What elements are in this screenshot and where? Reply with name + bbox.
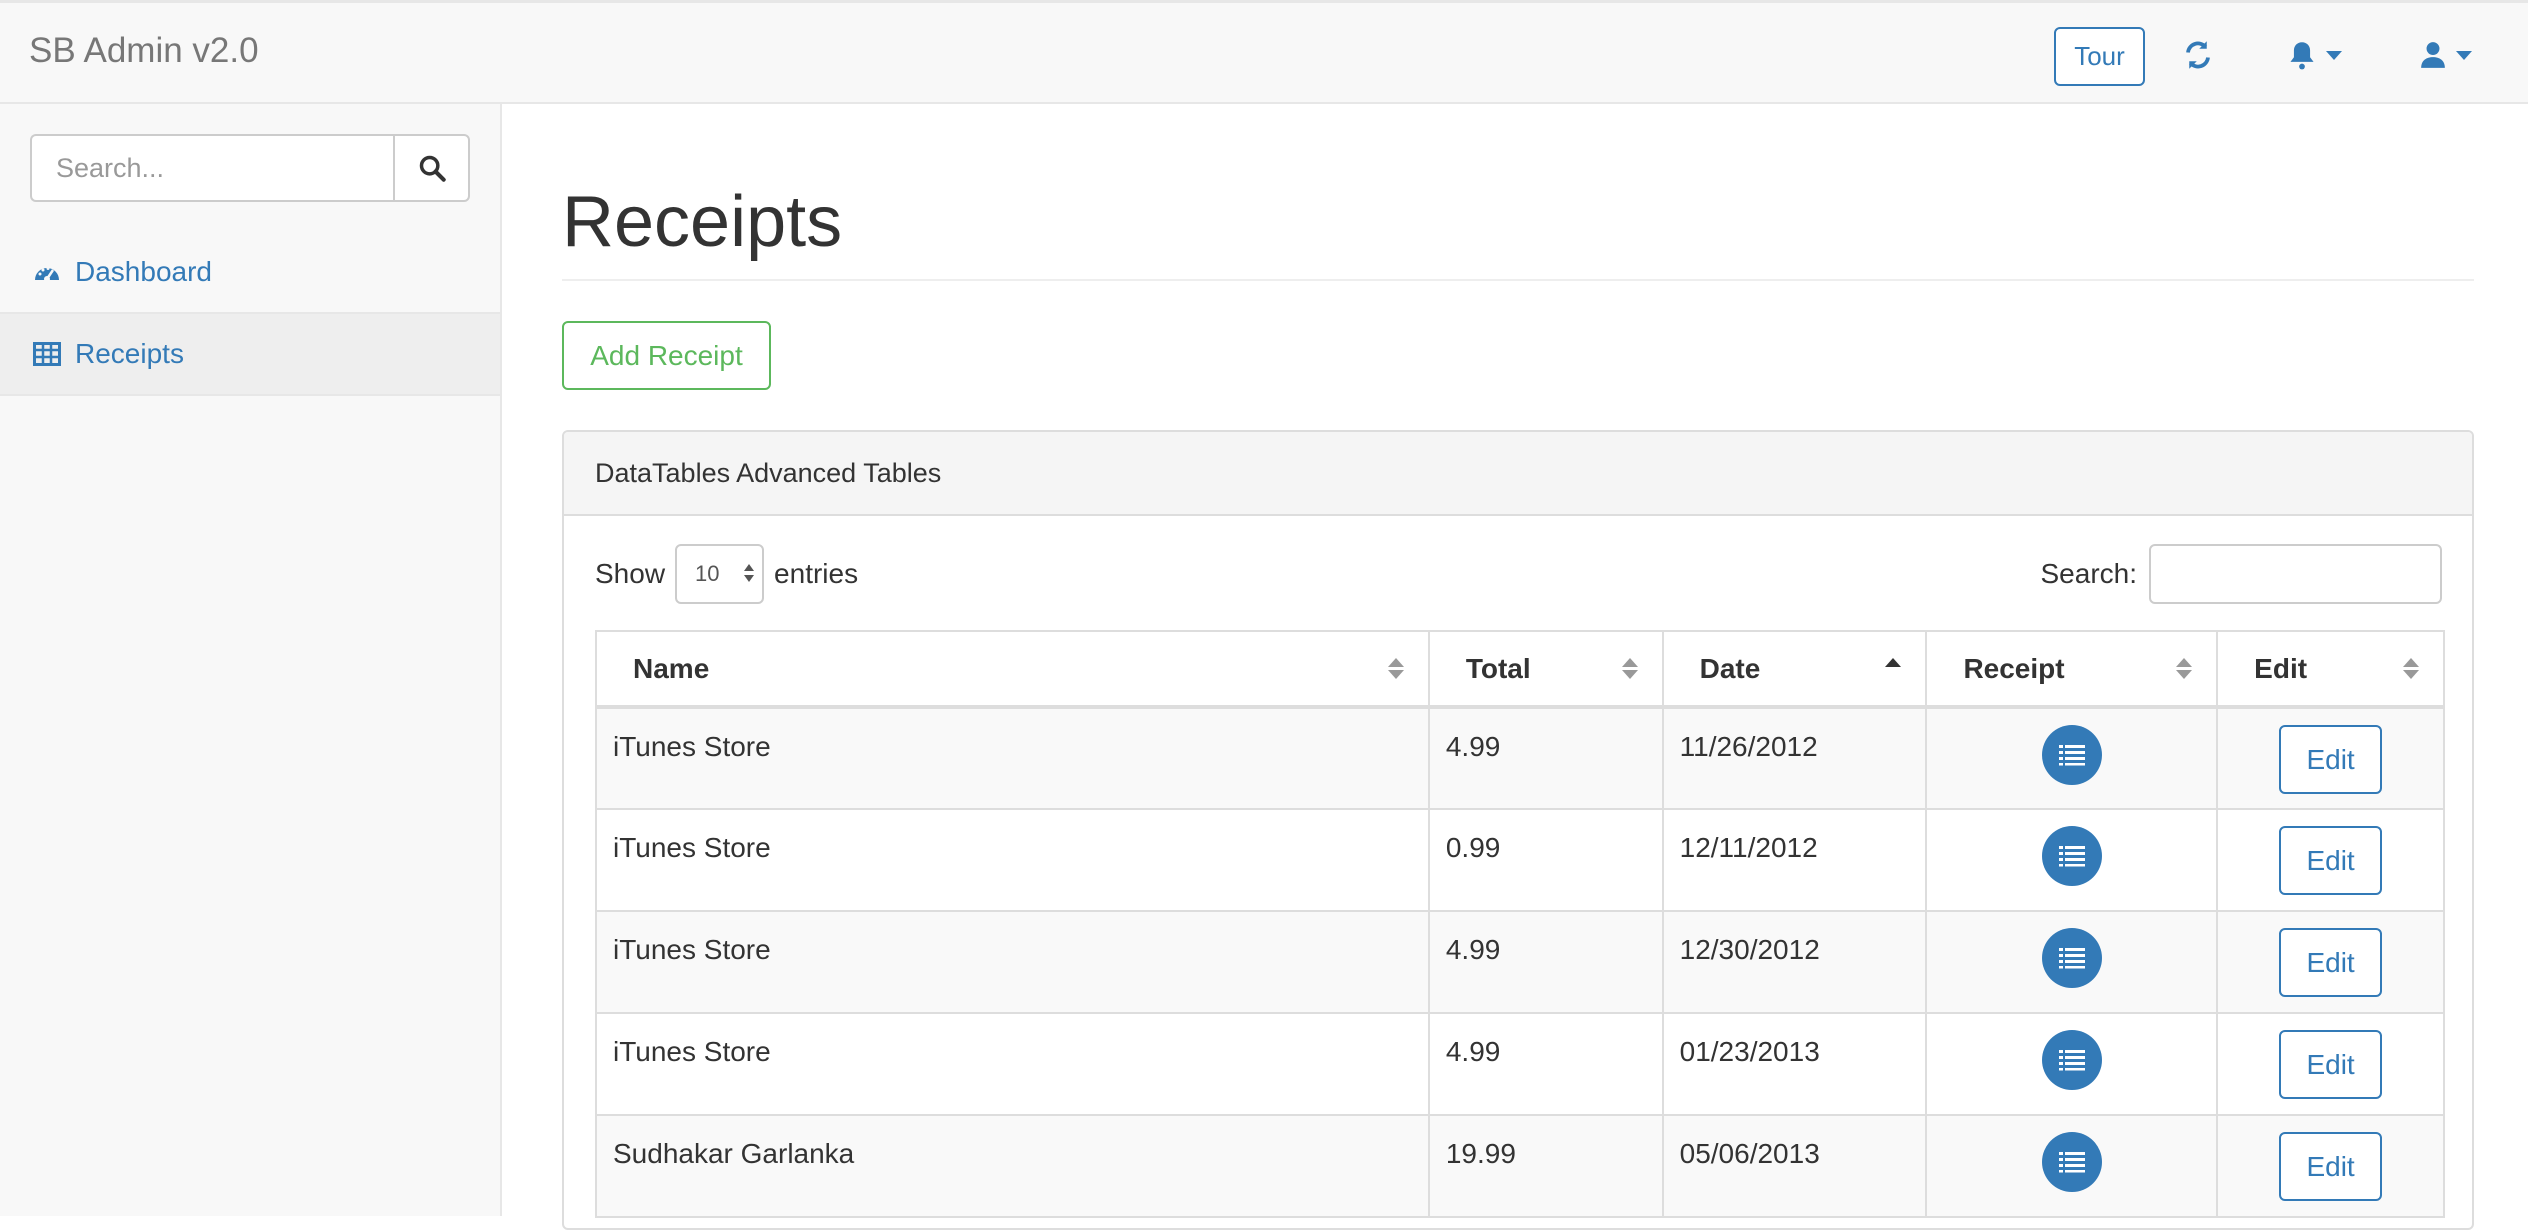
column-header-total[interactable]: Total bbox=[1427, 630, 1664, 709]
cell-total: 4.99 bbox=[1427, 706, 1664, 810]
cell-date: 11/26/2012 bbox=[1661, 706, 1928, 810]
receipts-table: Name Total Date Receipt Edit iTunes Stor… bbox=[595, 630, 2445, 1218]
cell-name: Sudhakar Garlanka bbox=[595, 1114, 1430, 1218]
entries-select[interactable]: 10 bbox=[675, 544, 765, 604]
cell-name: iTunes Store bbox=[595, 910, 1430, 1014]
list-icon bbox=[2058, 1050, 2085, 1071]
panel-heading: DataTables Advanced Tables bbox=[564, 432, 2472, 516]
page-title: Receipts bbox=[562, 182, 843, 262]
sidebar: Dashboard Receipts bbox=[0, 104, 502, 1216]
cell-name: iTunes Store bbox=[595, 1012, 1430, 1116]
column-header-name[interactable]: Name bbox=[595, 630, 1430, 709]
cell-total: 4.99 bbox=[1427, 1012, 1664, 1116]
cell-date: 12/11/2012 bbox=[1661, 808, 1928, 912]
receipts-panel: DataTables Advanced Tables Show 10 entri… bbox=[562, 430, 2474, 1230]
chevron-down-icon bbox=[2326, 50, 2342, 60]
add-receipt-button[interactable]: Add Receipt bbox=[562, 321, 771, 390]
top-navbar: SB Admin v2.0 Tour bbox=[0, 0, 2528, 104]
brand-title[interactable]: SB Admin v2.0 bbox=[29, 31, 259, 71]
table-row: Sudhakar Garlanka 19.99 05/06/2013 Edit bbox=[595, 1114, 2445, 1218]
main-content: Receipts Add Receipt DataTables Advanced… bbox=[502, 104, 2528, 1230]
cell-name: iTunes Store bbox=[595, 706, 1430, 810]
list-icon bbox=[2058, 948, 2085, 969]
cell-receipt bbox=[1925, 706, 2219, 810]
sort-icon bbox=[2176, 658, 2193, 679]
view-receipt-button[interactable] bbox=[2041, 1132, 2102, 1192]
edit-button[interactable]: Edit bbox=[2279, 1030, 2383, 1099]
cell-date: 05/06/2013 bbox=[1661, 1114, 1928, 1218]
table-row: iTunes Store 0.99 12/11/2012 Edit bbox=[595, 808, 2445, 912]
entries-select-value: 10 bbox=[695, 561, 720, 586]
sidebar-search-input[interactable] bbox=[30, 134, 393, 202]
column-header-label: Date bbox=[1699, 652, 1761, 684]
cell-total: 4.99 bbox=[1427, 910, 1664, 1014]
entries-length-control: Show 10 entries bbox=[595, 544, 858, 604]
cell-receipt bbox=[1925, 910, 2219, 1014]
column-header-label: Receipt bbox=[1963, 652, 2065, 684]
chevron-down-icon bbox=[2456, 50, 2472, 60]
table-icon bbox=[33, 342, 61, 366]
alerts-dropdown[interactable] bbox=[2288, 37, 2342, 73]
sidebar-item-label: Dashboard bbox=[75, 256, 212, 287]
table-row: iTunes Store 4.99 01/23/2013 Edit bbox=[595, 1012, 2445, 1116]
cell-edit: Edit bbox=[2216, 1114, 2445, 1218]
list-icon bbox=[2058, 745, 2085, 766]
column-header-date[interactable]: Date bbox=[1661, 630, 1928, 709]
cell-date: 01/23/2013 bbox=[1661, 1012, 1928, 1116]
dashboard-icon bbox=[35, 267, 59, 282]
cell-total: 19.99 bbox=[1427, 1114, 1664, 1218]
sidebar-search bbox=[30, 134, 470, 202]
cell-name: iTunes Store bbox=[595, 808, 1430, 912]
cell-date: 12/30/2012 bbox=[1661, 910, 1928, 1014]
table-search-input[interactable] bbox=[2149, 544, 2442, 604]
column-header-label: Edit bbox=[2254, 652, 2308, 684]
cell-receipt bbox=[1925, 1012, 2219, 1116]
sort-icon bbox=[1387, 658, 1404, 679]
view-receipt-button[interactable] bbox=[2041, 1030, 2102, 1090]
edit-button[interactable]: Edit bbox=[2279, 928, 2383, 997]
tour-button[interactable]: Tour bbox=[2054, 27, 2145, 86]
entries-label: entries bbox=[774, 558, 859, 589]
list-icon bbox=[2058, 846, 2085, 867]
search-icon bbox=[419, 155, 446, 182]
sidebar-item-label: Receipts bbox=[75, 338, 184, 369]
sort-ascending-icon bbox=[1885, 658, 1902, 679]
column-header-edit[interactable]: Edit bbox=[2216, 630, 2445, 709]
cell-edit: Edit bbox=[2216, 706, 2445, 810]
cell-total: 0.99 bbox=[1427, 808, 1664, 912]
sort-icon bbox=[1621, 658, 1638, 679]
cell-receipt bbox=[1925, 808, 2219, 912]
cell-edit: Edit bbox=[2216, 1012, 2445, 1116]
bell-icon bbox=[2290, 42, 2314, 70]
title-divider bbox=[562, 279, 2474, 281]
cell-receipt bbox=[1925, 1114, 2219, 1218]
cell-edit: Edit bbox=[2216, 910, 2445, 1014]
view-receipt-button[interactable] bbox=[2041, 725, 2102, 785]
column-header-receipt[interactable]: Receipt bbox=[1925, 630, 2219, 709]
user-icon bbox=[2421, 42, 2445, 68]
sidebar-item-receipts[interactable]: Receipts bbox=[0, 314, 500, 396]
table-row: iTunes Store 4.99 12/30/2012 Edit bbox=[595, 910, 2445, 1014]
list-icon bbox=[2058, 1152, 2085, 1173]
table-header-row: Name Total Date Receipt Edit bbox=[595, 630, 2445, 709]
column-header-label: Total bbox=[1465, 652, 1531, 684]
table-filter: Search: bbox=[2040, 544, 2442, 604]
column-header-label: Name bbox=[633, 652, 710, 684]
edit-button[interactable]: Edit bbox=[2279, 826, 2383, 895]
refresh-button[interactable] bbox=[2183, 37, 2213, 73]
cell-edit: Edit bbox=[2216, 808, 2445, 912]
show-label: Show bbox=[595, 558, 666, 589]
user-dropdown[interactable] bbox=[2420, 37, 2472, 73]
sidebar-item-dashboard[interactable]: Dashboard bbox=[0, 232, 500, 314]
edit-button[interactable]: Edit bbox=[2279, 1132, 2383, 1201]
table-row: iTunes Store 4.99 11/26/2012 Edit bbox=[595, 706, 2445, 810]
table-search-label: Search: bbox=[2040, 558, 2138, 589]
refresh-icon bbox=[2186, 41, 2210, 69]
sidebar-search-button[interactable] bbox=[393, 134, 470, 202]
select-arrows-icon bbox=[744, 564, 755, 582]
view-receipt-button[interactable] bbox=[2041, 826, 2102, 886]
edit-button[interactable]: Edit bbox=[2279, 725, 2383, 794]
sort-icon bbox=[2403, 658, 2419, 679]
view-receipt-button[interactable] bbox=[2041, 928, 2102, 988]
